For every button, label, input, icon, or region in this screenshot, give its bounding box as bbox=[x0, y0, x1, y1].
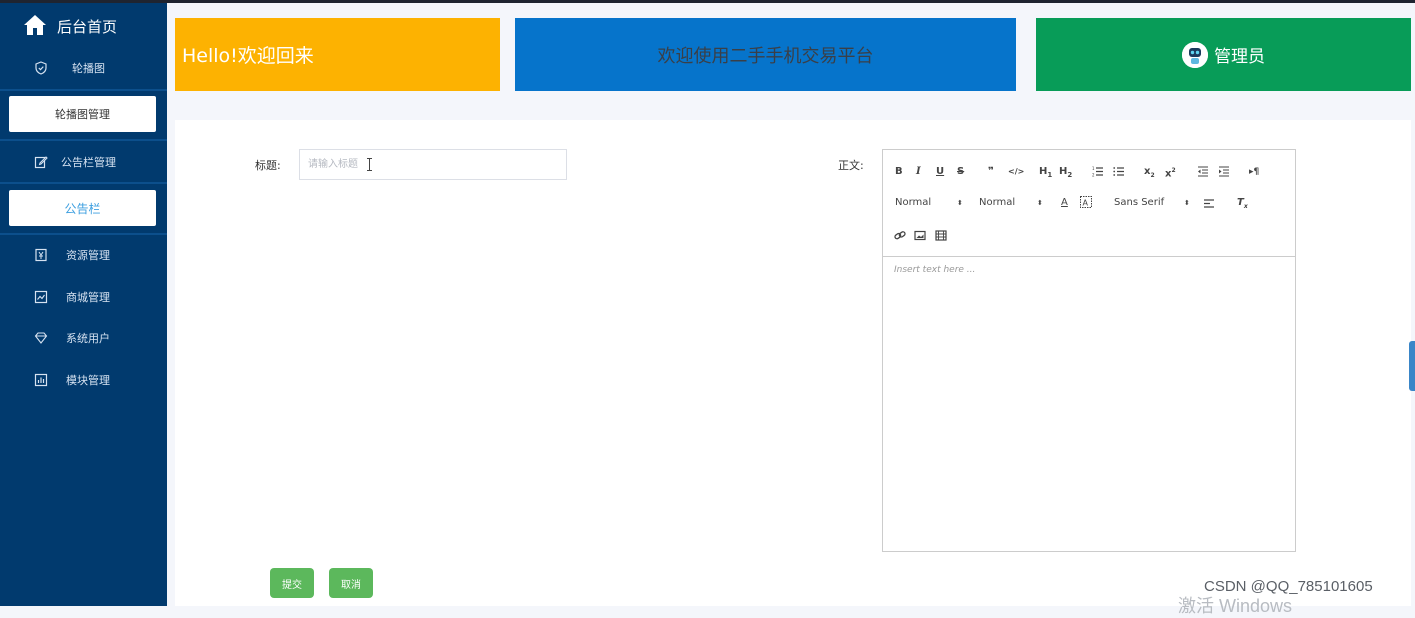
divider bbox=[0, 182, 167, 184]
divider bbox=[0, 233, 167, 235]
title-input[interactable] bbox=[299, 149, 567, 180]
welcome-banner: Hello!欢迎回来 bbox=[175, 18, 500, 91]
font-select-value: Sans Serif bbox=[1114, 197, 1165, 208]
clear-format-icon[interactable]: Tx bbox=[1237, 196, 1248, 214]
edit-icon bbox=[34, 156, 48, 169]
underline-icon[interactable]: U bbox=[936, 165, 944, 179]
admin-label: 管理员 bbox=[1214, 47, 1265, 67]
submenu-notice[interactable]: 公告栏 bbox=[9, 190, 156, 226]
align-icon[interactable] bbox=[1203, 198, 1215, 209]
code-block-icon[interactable]: </> bbox=[1008, 165, 1024, 179]
chevron-updown-icon: ⬍ bbox=[1184, 199, 1190, 207]
text-direction-icon[interactable]: ▸¶ bbox=[1249, 165, 1259, 179]
bar-chart-icon bbox=[34, 373, 48, 387]
header2-icon[interactable]: H2 bbox=[1059, 165, 1072, 182]
font-select[interactable]: Sans Serif ⬍ bbox=[1114, 196, 1190, 210]
text-cursor-icon bbox=[367, 158, 372, 171]
activate-windows-watermark: 激活 Windows bbox=[1178, 596, 1293, 616]
italic-icon[interactable]: I bbox=[916, 165, 921, 179]
divider bbox=[0, 89, 167, 91]
top-border bbox=[0, 0, 1415, 3]
sidebar-item-carousel[interactable]: 轮播图 bbox=[0, 58, 167, 78]
svg-text:2: 2 bbox=[1092, 173, 1095, 178]
sidebar-item-resources[interactable]: 资源管理 bbox=[0, 245, 167, 265]
sidebar-item-notice-manage[interactable]: 公告栏管理 bbox=[0, 152, 167, 172]
superscript-icon[interactable]: x2 bbox=[1165, 164, 1176, 181]
shield-icon bbox=[35, 61, 47, 75]
brand-title: 后台首页 bbox=[57, 18, 118, 36]
svg-text:1: 1 bbox=[1092, 166, 1095, 171]
svg-text:A: A bbox=[1083, 199, 1089, 208]
sidebar-item-users[interactable]: 系统用户 bbox=[0, 328, 167, 348]
sidebar-item-label: 轮播图 bbox=[72, 62, 105, 75]
rich-text-editor[interactable]: B I U S ❞ </> H1 H2 1 2 x2 x2 ▸¶ Normal ⬍… bbox=[882, 149, 1296, 552]
sidebar-item-label: 系统用户 bbox=[66, 332, 110, 345]
strikethrough-icon[interactable]: S bbox=[957, 165, 964, 179]
sidebar: 后台首页 轮播图 轮播图管理 公告栏管理 公告栏 资源管理 商城管理 系统用户 … bbox=[0, 3, 167, 606]
outdent-icon[interactable] bbox=[1197, 166, 1209, 177]
sidebar-item-label: 公告栏管理 bbox=[61, 156, 116, 169]
submenu-carousel-manage[interactable]: 轮播图管理 bbox=[9, 96, 156, 132]
sidebar-item-label: 资源管理 bbox=[66, 249, 110, 262]
indent-icon[interactable] bbox=[1218, 166, 1230, 177]
header-select-value: Normal bbox=[895, 197, 932, 208]
welcome-text: Hello!欢迎回来 bbox=[182, 45, 314, 67]
sidebar-item-mall[interactable]: 商城管理 bbox=[0, 287, 167, 307]
cancel-button[interactable]: 取消 bbox=[329, 568, 373, 598]
scroll-handle[interactable] bbox=[1409, 341, 1415, 391]
sidebar-brand[interactable]: 后台首页 bbox=[0, 3, 167, 47]
platform-title: 欢迎使用二手手机交易平台 bbox=[657, 45, 874, 67]
chevron-updown-icon: ⬍ bbox=[957, 199, 963, 207]
sidebar-item-label: 模块管理 bbox=[66, 374, 110, 387]
home-icon bbox=[24, 15, 46, 35]
font-color-icon[interactable]: A bbox=[1061, 196, 1068, 210]
editor-placeholder: Insert text here ... bbox=[894, 265, 976, 275]
sidebar-item-label: 商城管理 bbox=[66, 291, 110, 304]
blockquote-icon[interactable]: ❞ bbox=[988, 165, 994, 179]
money-icon bbox=[35, 248, 47, 262]
chevron-updown-icon: ⬍ bbox=[1037, 199, 1043, 207]
sidebar-item-modules[interactable]: 模块管理 bbox=[0, 370, 167, 390]
background-color-icon[interactable]: A bbox=[1080, 196, 1092, 208]
admin-banner[interactable]: 管理员 bbox=[1036, 18, 1411, 91]
divider bbox=[0, 139, 167, 141]
chart-line-icon bbox=[34, 290, 48, 304]
bold-icon[interactable]: B bbox=[895, 165, 903, 179]
submit-button[interactable]: 提交 bbox=[270, 568, 314, 598]
video-icon[interactable] bbox=[935, 230, 947, 241]
robot-avatar-icon bbox=[1182, 41, 1208, 68]
link-icon[interactable] bbox=[894, 230, 906, 241]
header-select[interactable]: Normal ⬍ bbox=[895, 196, 963, 210]
diamond-icon bbox=[34, 332, 48, 344]
image-icon[interactable] bbox=[914, 230, 926, 241]
header1-icon[interactable]: H1 bbox=[1039, 165, 1052, 182]
size-select-value: Normal bbox=[979, 197, 1016, 208]
subscript-icon[interactable]: x2 bbox=[1144, 165, 1155, 183]
ordered-list-icon[interactable]: 1 2 bbox=[1092, 166, 1104, 177]
editor-toolbar: B I U S ❞ </> H1 H2 1 2 x2 x2 ▸¶ Normal ⬍… bbox=[883, 150, 1295, 257]
title-label: 标题: bbox=[255, 159, 281, 172]
body-label: 正文: bbox=[838, 159, 864, 172]
bullet-list-icon[interactable] bbox=[1113, 166, 1125, 177]
platform-banner: 欢迎使用二手手机交易平台 bbox=[515, 18, 1016, 91]
size-select[interactable]: Normal ⬍ bbox=[979, 196, 1043, 210]
